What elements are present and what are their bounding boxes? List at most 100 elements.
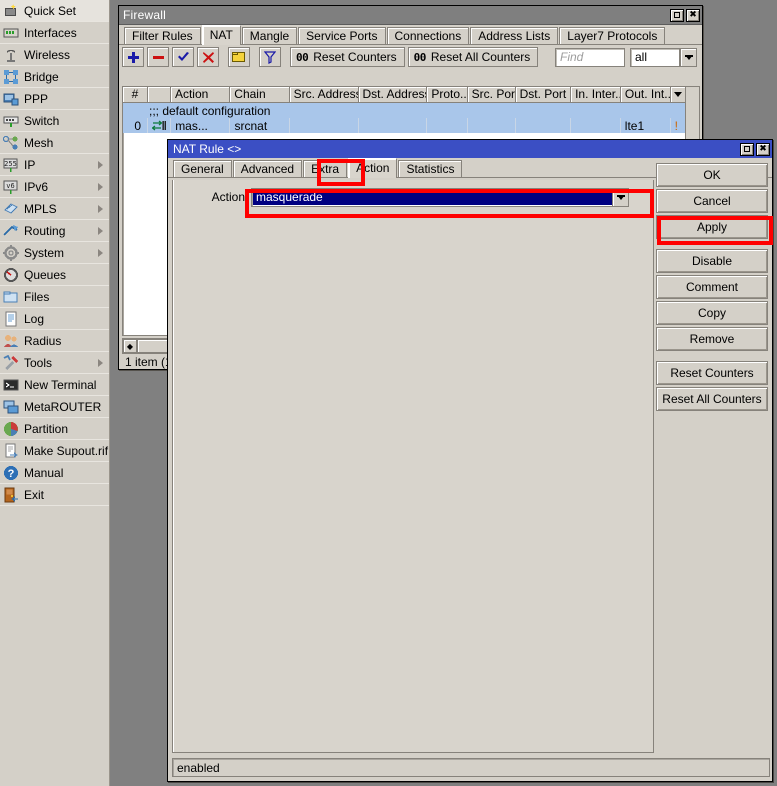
- sidebar-item-new-terminal[interactable]: New Terminal: [0, 374, 109, 396]
- column-header-blank[interactable]: [148, 87, 171, 102]
- column-header-proto[interactable]: Proto...: [427, 87, 468, 102]
- button-label: Reset All Counters: [662, 392, 762, 406]
- firewall-tab-layer7-protocols[interactable]: Layer7 Protocols: [559, 27, 666, 44]
- comment-button[interactable]: Comment: [656, 275, 768, 299]
- sidebar-item-manual[interactable]: ? Manual: [0, 462, 109, 484]
- column-header-action[interactable]: Action: [171, 87, 231, 102]
- cell-protocol: [427, 118, 468, 133]
- comment-button[interactable]: [228, 47, 250, 67]
- sidebar-item-mesh[interactable]: Mesh: [0, 132, 109, 154]
- cancel-button[interactable]: Cancel: [656, 189, 768, 213]
- firewall-tab-filter-rules[interactable]: Filter Rules: [124, 27, 201, 44]
- table-comment-row[interactable]: ;;; default configuration: [123, 103, 686, 118]
- sidebar-item-files[interactable]: Files: [0, 286, 109, 308]
- firewall-close-button[interactable]: ✖: [686, 8, 700, 22]
- scroll-left-button[interactable]: ◆: [123, 339, 137, 353]
- cell-flag: [148, 118, 172, 133]
- sidebar-item-partition[interactable]: Partition: [0, 418, 109, 440]
- column-chooser-button[interactable]: [671, 87, 686, 102]
- nat-tab-extra[interactable]: Extra: [303, 160, 348, 177]
- firewall-tab-address-lists[interactable]: Address Lists: [470, 27, 559, 44]
- reset-counters-button[interactable]: Reset Counters: [656, 361, 768, 385]
- sidebar-item-label: Log: [24, 311, 45, 326]
- sidebar-item-queues[interactable]: Queues: [0, 264, 109, 286]
- sidebar-item-ppp[interactable]: PPP: [0, 88, 109, 110]
- nat-tab-general[interactable]: General: [173, 160, 232, 177]
- nat-tab-advanced[interactable]: Advanced: [232, 160, 303, 177]
- add-rule-button[interactable]: [122, 47, 144, 67]
- ok-button[interactable]: OK: [656, 163, 768, 187]
- filter-select-dropdown-button[interactable]: [680, 47, 697, 67]
- column-header-dst-port[interactable]: Dst. Port: [516, 87, 572, 102]
- firewall-maximize-button[interactable]: [670, 8, 684, 22]
- action-combobox[interactable]: masquerade: [251, 187, 629, 207]
- disable-button[interactable]: Disable: [656, 249, 768, 273]
- copy-button[interactable]: Copy: [656, 301, 768, 325]
- action-combobox-dropdown-button[interactable]: [612, 188, 628, 206]
- nat-tab-statistics[interactable]: Statistics: [398, 160, 463, 177]
- button-label: Remove: [689, 332, 735, 346]
- sidebar-item-label: MetaROUTER: [24, 399, 102, 414]
- reset-all-counters-button[interactable]: Reset All Counters: [656, 387, 768, 411]
- sidebar-item-metarouter[interactable]: MetaROUTER: [0, 396, 109, 418]
- reset-all-counters-label: Reset All Counters: [430, 50, 531, 64]
- firewall-tab-mangle[interactable]: Mangle: [241, 27, 298, 44]
- reset-all-counters-button[interactable]: 00 Reset All Counters: [407, 47, 539, 67]
- nat-dialog-button-panel: OK Cancel Apply Disable Comment Copy Remove Res…: [656, 163, 768, 413]
- sidebar-item-radius[interactable]: Radius: [0, 330, 109, 352]
- sidebar-item-routing[interactable]: Routing: [0, 220, 109, 242]
- files-folder-icon: [3, 289, 19, 305]
- nat-tab-action[interactable]: Action: [348, 158, 398, 178]
- column-header-in-inter[interactable]: In. Inter...: [571, 87, 621, 102]
- sidebar-item-wireless[interactable]: Wireless: [0, 44, 109, 66]
- manual-help-icon: ?: [3, 465, 19, 481]
- column-header-label: Out. Int...: [624, 87, 671, 101]
- exit-door-icon: [3, 487, 19, 503]
- minus-icon: [152, 55, 164, 59]
- sidebar-item-log[interactable]: Log: [0, 308, 109, 330]
- firewall-tab-connections[interactable]: Connections: [386, 27, 470, 44]
- filter-button[interactable]: [259, 47, 281, 67]
- button-label: Disable: [691, 254, 733, 268]
- firewall-tab-service-ports[interactable]: Service Ports: [298, 27, 386, 44]
- reset-counters-label: Reset Counters: [313, 50, 397, 64]
- sidebar-item-make-supout-rif[interactable]: Make Supout.rif: [0, 440, 109, 462]
- sidebar-item-switch[interactable]: Switch: [0, 110, 109, 132]
- sidebar-item-mpls[interactable]: MPLS: [0, 198, 109, 220]
- column-header-[interactable]: #: [123, 87, 148, 102]
- enable-rule-button[interactable]: [172, 47, 194, 67]
- nat-dialog-title: NAT Rule <>: [173, 142, 242, 156]
- remove-button[interactable]: Remove: [656, 327, 768, 351]
- counter-zero-icon: 00: [296, 50, 309, 64]
- action-field-label: Action: [211, 190, 245, 204]
- filter-select-value[interactable]: all: [630, 47, 680, 67]
- apply-button[interactable]: Apply: [656, 215, 768, 239]
- column-header-src-address[interactable]: Src. Address: [290, 87, 359, 102]
- sidebar-item-quick-set[interactable]: Quick Set: [0, 0, 109, 22]
- tab-label: NAT: [209, 28, 233, 42]
- sidebar-item-system[interactable]: System: [0, 242, 109, 264]
- sidebar-item-ipv6[interactable]: v6 IPv6: [0, 176, 109, 198]
- remove-rule-button[interactable]: [147, 47, 169, 67]
- column-header-src-port[interactable]: Src. Port: [468, 87, 516, 102]
- supout-icon: [3, 443, 19, 459]
- sidebar-item-tools[interactable]: Tools: [0, 352, 109, 374]
- firewall-toolbar: 00 Reset Counters 00 Reset All Counters …: [119, 45, 702, 69]
- column-header-chain[interactable]: Chain: [230, 87, 290, 102]
- nat-close-button[interactable]: ✖: [756, 142, 770, 156]
- firewall-tab-nat[interactable]: NAT: [201, 25, 241, 45]
- column-header-out-int[interactable]: Out. Int...: [621, 87, 671, 102]
- sidebar-item-ip[interactable]: 255 IP: [0, 154, 109, 176]
- interfaces-icon: [3, 25, 19, 41]
- table-row[interactable]: 0 mas... srcnat lte1!: [123, 118, 686, 133]
- button-label: Reset Counters: [670, 366, 754, 380]
- column-header-dst-address[interactable]: Dst. Address: [359, 87, 428, 102]
- reset-counters-button[interactable]: 00 Reset Counters: [290, 47, 405, 67]
- nat-maximize-button[interactable]: [740, 142, 754, 156]
- tab-label: Service Ports: [306, 28, 378, 43]
- sidebar-item-interfaces[interactable]: Interfaces: [0, 22, 109, 44]
- disable-rule-button[interactable]: [197, 47, 219, 67]
- sidebar-item-exit[interactable]: Exit: [0, 484, 109, 506]
- sidebar-item-bridge[interactable]: Bridge: [0, 66, 109, 88]
- find-input[interactable]: Find: [555, 47, 625, 67]
